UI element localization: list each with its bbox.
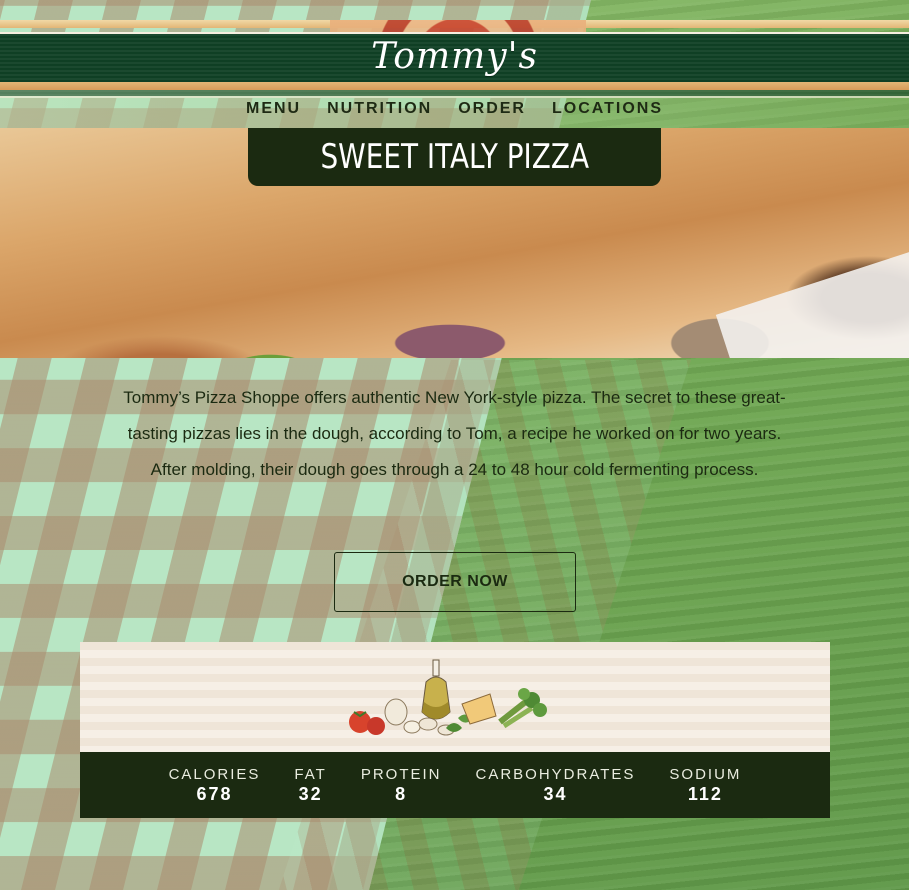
logo[interactable]: Tommy's xyxy=(0,36,909,77)
fact-sodium: SODIUM 112 xyxy=(669,766,741,818)
nav-item-order[interactable]: ORDER xyxy=(458,96,526,124)
page-title: SWEET ITALY PIZZA xyxy=(320,137,589,177)
nav-item-locations[interactable]: LOCATIONS xyxy=(552,96,663,124)
celery-icon xyxy=(498,688,547,729)
fact-fat: FAT 32 xyxy=(294,766,326,818)
garlic-icon xyxy=(384,698,421,734)
order-now-button[interactable]: ORDER NOW xyxy=(334,552,576,612)
main-nav: MENU NUTRITION ORDER LOCATIONS xyxy=(0,96,909,124)
fact-value: 8 xyxy=(395,784,408,804)
olive-oil-bottle-icon xyxy=(421,659,451,720)
ingredients-illustration xyxy=(349,659,547,736)
fact-label: CARBOHYDRATES xyxy=(475,766,636,783)
fact-calories: CALORIES 678 xyxy=(169,766,261,818)
fact-value: 678 xyxy=(196,784,233,804)
ingredients-illustration-area xyxy=(80,642,830,752)
title-box: SWEET ITALY PIZZA xyxy=(248,128,661,186)
site-header: Tommy's xyxy=(0,20,909,98)
fact-label: PROTEIN xyxy=(360,766,442,783)
fact-label: FAT xyxy=(294,766,327,783)
fact-label: CALORIES xyxy=(168,766,261,783)
fact-value: 32 xyxy=(298,784,323,804)
fact-value: 112 xyxy=(687,784,723,804)
nutrition-panel: CALORIES 678 FAT 32 PROTEIN 8 CARBOHYDRA… xyxy=(80,642,830,818)
plate-edge xyxy=(715,246,909,358)
fact-label: SODIUM xyxy=(669,766,742,783)
tomato-icon xyxy=(349,711,385,735)
nav-item-menu[interactable]: MENU xyxy=(246,96,301,124)
fact-protein: PROTEIN 8 xyxy=(361,766,442,818)
fact-carbohydrates: CARBOHYDRATES 34 xyxy=(476,766,636,818)
description-text: Tommy’s Pizza Shoppe offers authentic Ne… xyxy=(123,388,786,479)
nav-item-nutrition[interactable]: NUTRITION xyxy=(327,96,432,124)
nutrition-facts: CALORIES 678 FAT 32 PROTEIN 8 CARBOHYDRA… xyxy=(80,752,830,818)
fact-value: 34 xyxy=(543,784,568,804)
header-stripe-bottom xyxy=(0,82,909,90)
